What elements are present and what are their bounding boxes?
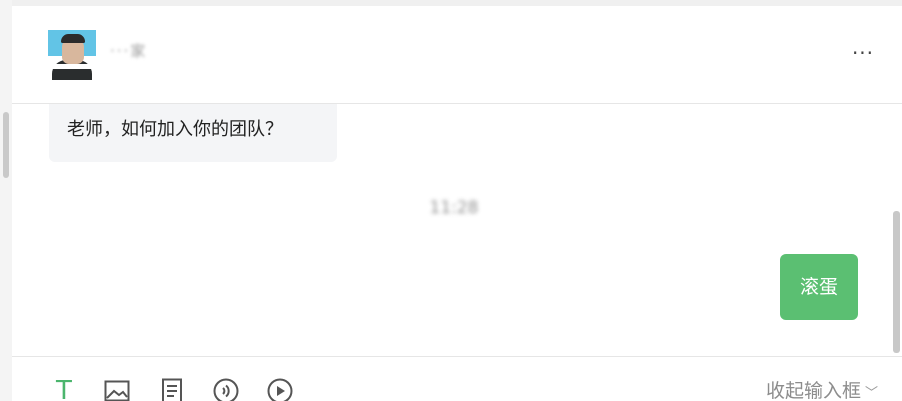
chat-header: ···家 ··· bbox=[12, 6, 902, 104]
image-icon[interactable] bbox=[103, 377, 131, 401]
video-icon[interactable] bbox=[266, 377, 294, 401]
message-scrollbar[interactable] bbox=[893, 211, 900, 353]
chat-window: ···家 ··· 老师，如何加入你的团队？ 11:28 滚蛋 T 收起输入框 ﹀ bbox=[12, 6, 902, 401]
message-timestamp: 11:28 bbox=[429, 198, 479, 218]
outgoing-message[interactable]: 滚蛋 bbox=[780, 254, 858, 320]
chevron-down-icon: ﹀ bbox=[864, 386, 878, 401]
voice-icon[interactable] bbox=[212, 377, 240, 401]
document-icon[interactable] bbox=[158, 377, 186, 401]
more-options-icon[interactable]: ··· bbox=[850, 43, 876, 64]
message-list: 老师，如何加入你的团队？ 11:28 滚蛋 bbox=[12, 104, 902, 356]
left-scrollbar[interactable] bbox=[3, 112, 9, 178]
collapse-label: 收起输入框 bbox=[765, 380, 861, 401]
input-toolbar: T 收起输入框 ﹀ bbox=[12, 356, 902, 401]
left-panel-edge bbox=[0, 0, 12, 401]
text-format-icon[interactable]: T bbox=[50, 377, 78, 401]
collapse-input-button[interactable]: 收起输入框 ﹀ bbox=[766, 379, 878, 401]
incoming-message: 老师，如何加入你的团队？ bbox=[49, 104, 337, 162]
avatar[interactable] bbox=[48, 30, 96, 80]
contact-name: ···家 bbox=[110, 42, 148, 60]
